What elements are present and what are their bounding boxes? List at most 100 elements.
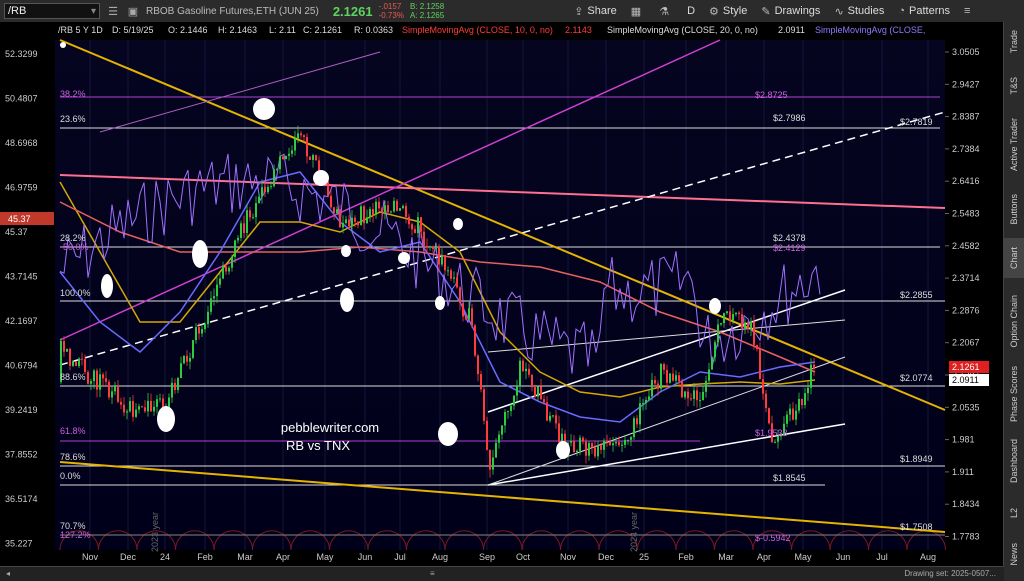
gear-icon: ⚙ — [709, 5, 719, 18]
fib-left-label: 23.6% — [60, 114, 86, 124]
sma-price-tag-text: 2.0911 — [952, 375, 979, 385]
share-label: Share — [587, 5, 617, 17]
fib-left-label: 78.6% — [60, 452, 86, 462]
left-axis-tick: 48.6968 — [5, 138, 38, 148]
x-axis-tick: Feb — [197, 552, 213, 562]
right-axis-tick: 3.0505 — [952, 47, 980, 57]
patterns-icon: ◔ — [898, 5, 906, 17]
ohlc-open: O: 2.1446 — [168, 25, 208, 35]
left-axis-tick: 39.2419 — [5, 405, 38, 415]
right-axis-tick: 2.4582 — [952, 241, 980, 251]
settings-dot-icon[interactable] — [60, 42, 66, 48]
link-icon[interactable]: ☰ — [106, 4, 120, 18]
change-value: -.0157 — [378, 2, 402, 11]
right-axis-tick: 2.2876 — [952, 305, 980, 315]
sidebar-tab-t-s[interactable]: T&S — [1004, 66, 1024, 106]
symbol-input[interactable]: /RB ▾ — [4, 3, 100, 19]
right-axis-tick: 2.3714 — [952, 273, 980, 283]
aggregation-button[interactable]: D — [687, 5, 695, 17]
sidebar-tab-trade[interactable]: Trade — [1004, 22, 1024, 62]
drawings-button[interactable]: ✎ Drawings — [761, 5, 820, 18]
grid-icon: ▦ — [630, 5, 642, 18]
flask-button[interactable]: ⚗ — [659, 5, 673, 18]
year-label-2023: 2023 year — [150, 512, 160, 552]
grid-button[interactable]: ▦ — [631, 5, 645, 18]
fib-right-label: $2.4129 — [773, 243, 806, 253]
flask-icon: ⚗ — [659, 5, 670, 18]
x-axis-tick: 24 — [160, 552, 170, 562]
right-axis-tick: 2.8387 — [952, 112, 980, 122]
fib-left-label: 88.6% — [60, 372, 86, 382]
sidebar-tab-label: T&S — [1009, 77, 1019, 95]
fib-right-label: $2.7986 — [773, 113, 806, 123]
right-axis-tick: 2.5483 — [952, 209, 980, 219]
left-axis-tick: 43.7145 — [5, 272, 38, 282]
scroll-handle-icon[interactable]: ≡ — [430, 569, 435, 578]
share-button[interactable]: ⇪ Share — [574, 5, 617, 18]
left-axis-tick: 40.6794 — [5, 361, 38, 371]
sidebar-tab-news[interactable]: News — [1004, 532, 1024, 576]
fib-right-label: $1.9533 — [755, 428, 788, 438]
right-sidebar: Trade T&S Active Trader Buttons Chart Option … — [1003, 22, 1024, 581]
sidebar-tab-dashboard[interactable]: Dashboard — [1004, 428, 1024, 494]
studies-button[interactable]: ∿ Studies — [834, 5, 884, 18]
highlight-oval — [435, 296, 445, 310]
sidebar-tab-label: Buttons — [1009, 193, 1019, 225]
fib-right-label: $-0.5942 — [755, 533, 791, 543]
fib-right-label: $1.8545 — [773, 473, 806, 483]
sidebar-tab-label: Option Chain — [1009, 294, 1019, 348]
left-axis-tick: 37.8552 — [5, 450, 38, 460]
fib-right-label: $1.8949 — [900, 454, 933, 464]
right-axis-tick: 2.9427 — [952, 79, 980, 89]
last-price: 2.1261 — [332, 3, 373, 19]
right-axis-tick: 2.2067 — [952, 338, 980, 348]
drawings-label: Drawings — [774, 5, 821, 17]
x-axis-tick: Apr — [757, 552, 771, 562]
share-icon: ⇪ — [574, 5, 584, 18]
sidebar-tab-option-chain[interactable]: Option Chain — [1004, 282, 1024, 360]
sidebar-tab-label: Trade — [1009, 30, 1019, 54]
x-axis-tick: Aug — [920, 552, 936, 562]
highlight-oval — [253, 98, 275, 120]
fib-left-label: 38.2% — [60, 89, 86, 99]
left-axis-tick: 42.1697 — [5, 316, 38, 326]
ask-value: A: 2.1265 — [409, 11, 445, 20]
right-axis-tick: 1.981 — [952, 435, 975, 445]
menu-button[interactable]: ≡ — [964, 5, 974, 17]
highlight-oval — [709, 298, 721, 314]
drawing-set-text: Drawing set: 2025-0507... — [904, 569, 996, 578]
x-axis-tick: Mar — [718, 552, 734, 562]
scroll-left-icon[interactable]: ◂ — [6, 569, 10, 578]
x-axis-tick: Dec — [120, 552, 137, 562]
sidebar-tab-label: Dashboard — [1009, 438, 1019, 484]
left-axis-tick: 45.37 — [5, 227, 28, 237]
sidebar-tab-l2[interactable]: L2 — [1004, 498, 1024, 528]
price-change: -.0157 -0.73% — [379, 2, 404, 20]
sma10-label: SimpleMovingAvg (CLOSE, 10, 0, no) — [402, 25, 553, 35]
studies-label: Studies — [847, 5, 885, 17]
bid-ask: B: 2.1258 A: 2.1265 — [410, 2, 444, 20]
patterns-button[interactable]: ◔ Patterns — [898, 5, 950, 17]
sma-more-label: SimpleMovingAvg (CLOSE, — [815, 25, 925, 35]
chart-canvas[interactable]: /RB 5 Y 1D D: 5/19/25 O: 2.1446 H: 2.146… — [0, 22, 1004, 567]
chevron-down-icon[interactable]: ▾ — [91, 6, 96, 17]
plot-area[interactable] — [55, 40, 945, 550]
fib-right-label: $2.4378 — [773, 233, 806, 243]
lock-icon[interactable]: ▣ — [126, 4, 140, 18]
x-axis-tick: Dec — [598, 552, 615, 562]
highlight-oval — [157, 406, 175, 432]
studies-icon: ∿ — [834, 5, 844, 18]
last-price-tag-text: 2.1261 — [952, 362, 980, 372]
year-label-2024: 2024 year — [629, 512, 639, 552]
price-chart[interactable]: /RB 5 Y 1D D: 5/19/25 O: 2.1446 H: 2.146… — [0, 22, 1004, 567]
bid-value: B: 2.1258 — [409, 2, 445, 11]
sidebar-tab-active-trader[interactable]: Active Trader — [1004, 110, 1024, 180]
highlight-oval — [340, 288, 354, 312]
x-axis-tick: Feb — [678, 552, 694, 562]
style-button[interactable]: ⚙ Style — [709, 5, 747, 18]
fib-right-label: $2.7819 — [900, 117, 933, 127]
sidebar-tab-chart[interactable]: Chart — [1004, 238, 1024, 278]
sidebar-tab-phase-scores[interactable]: Phase Scores — [1004, 364, 1024, 424]
sidebar-tab-buttons[interactable]: Buttons — [1004, 184, 1024, 234]
fib-right-label: $1.7508 — [900, 522, 933, 532]
